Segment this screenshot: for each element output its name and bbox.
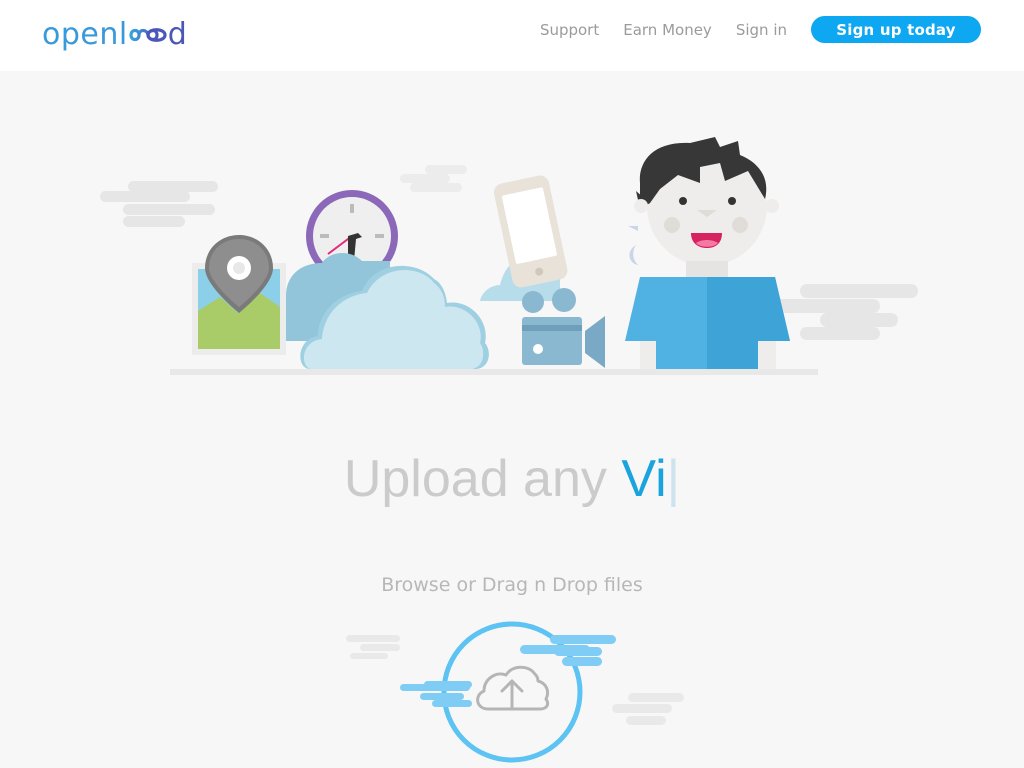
left-cloud-streaks: [100, 181, 218, 227]
hero-illustration: [100, 137, 918, 375]
cartoon-character: [625, 137, 790, 369]
logo-text-left: openl: [42, 17, 128, 52]
floor-line: [170, 369, 818, 375]
nav-support-link[interactable]: Support: [540, 21, 599, 39]
small-crescent-shape: [629, 245, 638, 265]
signup-button[interactable]: Sign up today: [811, 16, 981, 43]
typing-caret: |: [666, 450, 681, 508]
openload-logo[interactable]: openl d: [42, 15, 187, 55]
hero-headline: Upload any Vi|: [0, 446, 1024, 512]
nav-sign-in-link[interactable]: Sign in: [736, 21, 787, 39]
right-gray-streaks: [612, 693, 684, 725]
site-header: openl d Support Earn Money Sign in Sign …: [0, 0, 1024, 71]
top-nav: Support Earn Money Sign in Sign up today: [516, 16, 981, 43]
right-cloud-streaks: [770, 284, 918, 340]
video-camera-icon: [522, 288, 605, 368]
logo-text-right: d: [167, 17, 188, 52]
nav-earn-money-link[interactable]: Earn Money: [623, 21, 712, 39]
left-gray-streaks: [346, 635, 400, 659]
headline-static-text: Upload any: [343, 450, 607, 508]
headline-typed-text: Vi: [621, 450, 667, 508]
upload-dropzone[interactable]: [340, 615, 700, 768]
cloud-upload-icon[interactable]: [476, 665, 550, 711]
top-cloud-streaks: [400, 165, 467, 192]
infinity-logo-icon: [129, 28, 167, 42]
phone-icon: [493, 175, 568, 288]
browse-drag-drop-text: Browse or Drag n Drop files: [381, 574, 643, 596]
